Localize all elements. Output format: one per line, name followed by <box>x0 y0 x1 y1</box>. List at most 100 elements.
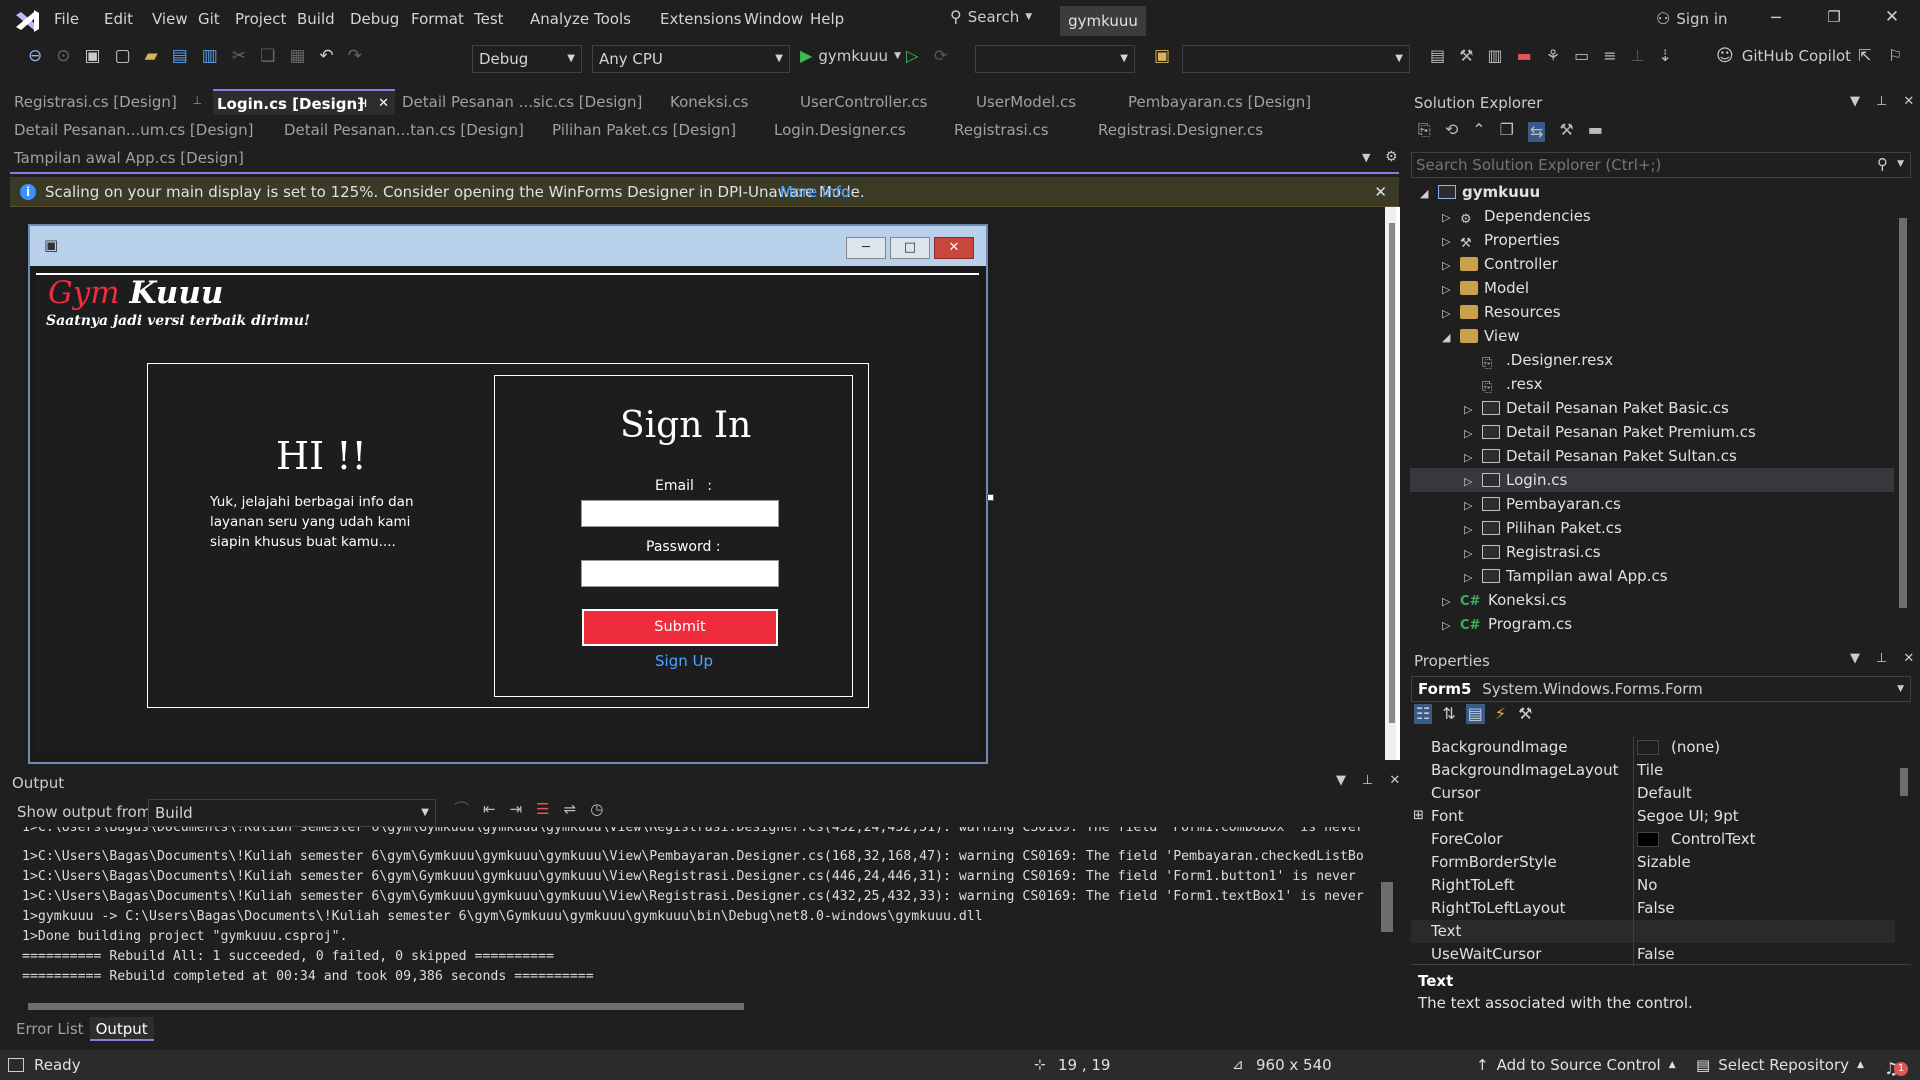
share-icon[interactable]: ⇱ <box>1858 48 1871 64</box>
property-value[interactable]: False <box>1637 943 1675 966</box>
expand-arrow-icon[interactable]: ▷ <box>1442 206 1460 230</box>
events-icon[interactable]: ⚡ <box>1493 704 1508 724</box>
tree-item-detail-pesanan-paket-premium-cs[interactable]: ▷ Detail Pesanan Paket Premium.cs <box>1410 420 1894 444</box>
tab-registrasi-cs-design-[interactable]: Registrasi.cs [Design] ⊥ <box>10 89 208 115</box>
resize-handle[interactable] <box>987 494 994 501</box>
debug-target-select[interactable]: ▼ <box>975 45 1135 73</box>
platform-select[interactable]: Any CPU ▼ <box>592 45 790 73</box>
expand-arrow-icon[interactable]: ▷ <box>1464 566 1482 590</box>
tree-item-pilihan-paket-cs[interactable]: ▷ Pilihan Paket.cs <box>1410 516 1894 540</box>
form-maximize-button[interactable]: □ <box>890 237 930 259</box>
paste-icon[interactable]: ▦ <box>289 48 305 65</box>
tab-koneksi-cs[interactable]: Koneksi.cs <box>666 89 792 115</box>
tab-settings-icon[interactable]: ⚙ <box>1385 150 1398 164</box>
previous-message-icon[interactable]: ⇤ <box>483 802 496 817</box>
feedback-icon[interactable]: ⚐ <box>1888 48 1902 64</box>
expand-arrow-icon[interactable]: ◢ <box>1442 326 1460 350</box>
tab-login-designer-cs[interactable]: Login.Designer.cs <box>770 117 946 143</box>
solution-search-input[interactable] <box>1412 153 1852 177</box>
tree-item-program-cs[interactable]: ▷ C# Program.cs <box>1410 612 1894 636</box>
close-infobar-icon[interactable]: ✕ <box>1374 185 1387 200</box>
properties-view-icon[interactable]: ▤ <box>1465 704 1485 724</box>
categorized-icon[interactable]: ☷ <box>1414 704 1433 724</box>
property-row-righttoleft[interactable]: RightToLeft No <box>1411 874 1895 897</box>
designer-scroll-thumb[interactable] <box>1389 223 1395 723</box>
configuration-select[interactable]: Debug ▼ <box>472 45 582 73</box>
dropdown-icon[interactable]: ▼ <box>1850 652 1860 665</box>
menu-item-analyze[interactable]: Analyze <box>530 10 589 28</box>
expand-arrow-icon[interactable]: ▷ <box>1442 230 1460 254</box>
preview-icon[interactable]: ▬ <box>1588 122 1603 142</box>
redo-icon[interactable]: ↷ <box>348 48 362 65</box>
properties-scrollbar[interactable] <box>1898 736 1910 960</box>
object-selector[interactable]: Form5 System.Windows.Forms.Form ▼ <box>1411 676 1911 702</box>
expand-arrow-icon[interactable]: ▷ <box>1464 494 1482 518</box>
menu-item-build[interactable]: Build <box>297 10 335 28</box>
search-button[interactable]: ⚲ Search ▼ <box>950 8 1032 26</box>
expand-arrow-icon[interactable]: ▷ <box>1464 422 1482 446</box>
tab-login-cs-design-[interactable]: Login.cs [Design] ⊣ ✕ <box>213 89 395 115</box>
tab-detail-pesanan-um-cs-design-[interactable]: Detail Pesanan...um.cs [Design] <box>10 117 274 143</box>
property-value[interactable]: (none) <box>1671 736 1720 759</box>
properties-scroll-thumb[interactable] <box>1900 768 1908 796</box>
property-value[interactable]: Sizable <box>1637 851 1691 874</box>
email-field[interactable] <box>581 500 779 527</box>
toolbox-red-icon[interactable]: ▬ <box>1517 48 1532 64</box>
pin-icon[interactable]: ⊥ <box>1362 774 1373 787</box>
start-without-debugging-icon[interactable]: ▷ <box>906 48 918 64</box>
form-minimize-button[interactable]: ─ <box>846 237 886 259</box>
hot-reload-icon[interactable]: ⟳ <box>934 48 947 64</box>
property-row-usewaitcursor[interactable]: UseWaitCursor False <box>1411 943 1895 966</box>
property-row-backgroundimagelayout[interactable]: BackgroundImageLayout Tile <box>1411 759 1895 782</box>
more-info-link[interactable]: More info <box>780 177 850 207</box>
visual-studio-logo-icon[interactable] <box>12 6 42 36</box>
tab-overflow-icon[interactable]: ▼ <box>1362 152 1370 163</box>
pin-icon[interactable]: ⊥ <box>1876 95 1887 108</box>
output-vscroll-thumb[interactable] <box>1381 882 1393 932</box>
property-pages-icon[interactable]: ⚒ <box>1516 704 1534 724</box>
expand-arrow-icon[interactable]: ▷ <box>1442 278 1460 302</box>
start-debug-button[interactable]: ▶ gymkuuu ▼ <box>800 47 901 65</box>
sitemap-icon[interactable]: ⚘ <box>1546 48 1560 64</box>
sign-up-link[interactable]: Sign Up <box>655 652 713 670</box>
close-panel-icon[interactable]: ✕ <box>1903 95 1914 108</box>
notifications-button[interactable]: ♫ 1 <box>1884 1054 1908 1078</box>
property-row-text[interactable]: Text <box>1411 920 1895 943</box>
maximize-button[interactable]: ❐ <box>1822 10 1846 25</box>
copy-icon[interactable]: ❏ <box>260 48 275 65</box>
close-panel-icon[interactable]: ✕ <box>1389 774 1400 787</box>
menu-item-project[interactable]: Project <box>235 10 286 28</box>
toolbox-icon[interactable]: ▣ <box>1154 48 1170 65</box>
dropdown-icon[interactable]: ▼ <box>1336 774 1346 787</box>
overflow-icon[interactable]: ⇣ <box>1659 48 1672 64</box>
close-panel-icon[interactable]: ✕ <box>1903 652 1914 665</box>
find-message-icon[interactable]: ⌒ <box>454 802 469 817</box>
tree-item-tampilan-awal-app-cs[interactable]: ▷ Tampilan awal App.cs <box>1410 564 1894 588</box>
sync-icon[interactable]: ⇆ <box>1527 122 1546 142</box>
save-icon[interactable]: ▤ <box>172 48 188 65</box>
expand-arrow-icon[interactable]: ▷ <box>1464 446 1482 470</box>
tab-output[interactable]: Output <box>89 1017 154 1041</box>
expand-arrow-icon[interactable]: ▷ <box>1442 614 1460 638</box>
output-hscrollbar[interactable] <box>14 1000 1384 1012</box>
menu-item-file[interactable]: File <box>54 10 79 28</box>
next-message-icon[interactable]: ⇥ <box>510 802 523 817</box>
pin-icon[interactable]: ⊥ <box>192 95 202 106</box>
tree-item--resx[interactable]: ⎘ .resx <box>1410 372 1894 396</box>
navigate-forward-icon[interactable]: ⊙ <box>56 48 70 65</box>
expand-arrow-icon[interactable]: ◢ <box>1420 182 1438 206</box>
property-value[interactable]: False <box>1637 897 1675 920</box>
tree-scroll-thumb[interactable] <box>1899 218 1907 608</box>
menu-item-git[interactable]: Git <box>198 10 220 28</box>
dropdown-icon[interactable]: ▼ <box>1850 95 1860 108</box>
tree-scrollbar[interactable] <box>1896 182 1910 635</box>
cut-icon[interactable]: ✂ <box>232 48 246 65</box>
output-hscroll-thumb[interactable] <box>28 1003 744 1010</box>
navigate-back-icon[interactable]: ⊖ <box>28 48 42 65</box>
tab-error-list[interactable]: Error List <box>10 1017 90 1041</box>
tree-item-view[interactable]: ◢ View <box>1410 324 1894 348</box>
form-close-button[interactable]: ✕ <box>934 237 974 259</box>
properties-wrench-icon[interactable]: ⚒ <box>1559 122 1573 142</box>
new-project-icon[interactable]: ▣ <box>85 48 101 65</box>
align-icon[interactable]: ≡ <box>1603 48 1616 64</box>
